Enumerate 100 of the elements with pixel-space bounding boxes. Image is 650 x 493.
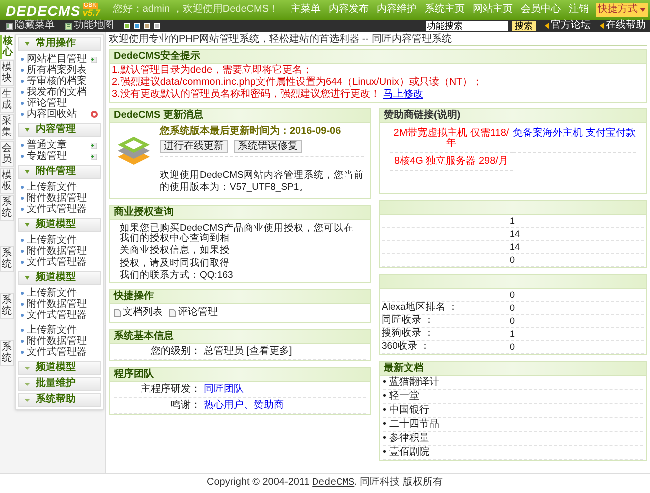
version-info-text: 欢迎使用DedeCMS网站内容管理系统，您当前的使用版本为：V57_UTF8_SP1。 [160, 170, 364, 194]
sidebar-tab[interactable]: 会员 [0, 141, 14, 167]
sidebar-tab[interactable]: 采集 [0, 114, 14, 140]
note-link[interactable]: (说明) [434, 110, 461, 120]
menu-item[interactable]: 专题管理 [18, 151, 101, 162]
bullet-icon [21, 340, 24, 343]
arrow-icon [600, 23, 604, 29]
skin-swatch[interactable] [154, 23, 160, 29]
field-value: 0 [510, 342, 516, 352]
menu-group-header[interactable]: 附件管理 [18, 165, 101, 179]
menu-item[interactable]: 附件数据管理 [18, 246, 101, 257]
team-link[interactable]: 热心用户 [204, 400, 244, 410]
bullet-icon [21, 197, 24, 200]
quick-link[interactable]: 评论管理 [169, 308, 218, 318]
menu-group-header[interactable]: 频道模型 [18, 361, 101, 375]
page-welcome-text: 欢迎使用专业的PHP网站管理系统，轻松建站的首选利器 -- 同匠内容管理系统 [109, 34, 452, 44]
bullet-icon [21, 261, 24, 264]
menu-item[interactable]: 我发布的文档 [18, 87, 101, 98]
toolbar-link[interactable]: 隐藏菜单 [6, 21, 55, 31]
update-button[interactable]: 进行在线更新 [160, 140, 228, 153]
toolbar-link[interactable]: 官方论坛 [545, 21, 591, 31]
menu-group-header[interactable]: 系统帮助 [18, 393, 101, 407]
panel-title: DedeCMS 更新消息 [114, 110, 204, 120]
menu-item[interactable]: 上传新文件 [18, 288, 101, 299]
field-label: 搜狗收录 ： [382, 328, 435, 339]
logo-text: DEDECMS [6, 4, 81, 18]
skin-swatch[interactable] [134, 23, 140, 29]
bullet-icon [21, 351, 24, 354]
warning-text: 3.没有更改默认的管理员名称和密码，强烈建议您进行更改！ [112, 90, 380, 100]
quick-link[interactable]: 文档列表 [114, 308, 163, 318]
menu-item[interactable]: 文件式管理器 [18, 204, 101, 215]
document-link[interactable]: • 二十四节品 [383, 420, 440, 430]
menu-item[interactable]: 普通文章 [18, 140, 101, 151]
menu-item[interactable]: 内容回收站 [18, 109, 101, 120]
add-page-icon [91, 154, 97, 160]
panel-icon [6, 22, 13, 30]
team-link[interactable]: 赞助商 [254, 400, 284, 410]
sidebar-tab[interactable]: 生成 [0, 87, 14, 113]
document-link[interactable]: • 中国银行 [383, 406, 430, 416]
menu-item[interactable]: 上传新文件 [18, 235, 101, 246]
caret-icon [25, 128, 30, 132]
caret-icon [25, 223, 30, 227]
sidebar-tab[interactable]: 系统 [0, 246, 14, 272]
document-link[interactable]: • 蓝猫翻译计 [383, 378, 440, 388]
search-field[interactable]: 功能搜索 [426, 21, 508, 31]
sidebar-tab[interactable]: 模板 [0, 168, 14, 194]
toolbar-link[interactable]: 功能地图 [65, 21, 114, 31]
menu-item[interactable]: 上传新文件 [18, 325, 101, 336]
add-page-icon [91, 142, 97, 148]
bullet-icon [21, 239, 24, 242]
menu-item[interactable]: 附件数据管理 [18, 193, 101, 204]
menu-item[interactable]: 附件数据管理 [18, 299, 101, 310]
ring-icon [91, 111, 98, 118]
panel-title: DedeCMS安全提示 [114, 52, 201, 62]
field-value: 0 [510, 290, 516, 300]
sponsor-link[interactable]: 2M带宽虚拟主机 仅需118/年 [390, 129, 513, 153]
bullet-icon [21, 314, 24, 317]
field-label: 同匠收录 ： [382, 315, 435, 326]
menu-item[interactable]: 文件式管理器 [18, 310, 101, 321]
menu-item[interactable]: 等审核的档案 [18, 76, 101, 87]
toolbar-link[interactable]: 在线帮助 [600, 21, 646, 31]
menu-item[interactable]: 所有档案列表 [18, 65, 101, 76]
menu-item[interactable]: 上传新文件 [18, 182, 101, 193]
skin-swatch[interactable] [144, 23, 150, 29]
menu-group-header[interactable]: 频道模型 [18, 218, 101, 232]
field-value: 1 [510, 330, 516, 338]
sidebar-tab[interactable]: 模块 [0, 60, 14, 86]
bullet-icon [21, 102, 24, 105]
sponsor-link[interactable]: 免备案海外主机 支付宝付款 [513, 129, 636, 153]
menu-group-header[interactable]: 批量维护 [18, 377, 101, 391]
field-value: 0 [510, 256, 516, 264]
menu-group-header[interactable]: 常用操作 [18, 37, 101, 51]
menu-item[interactable]: 文件式管理器 [18, 347, 101, 358]
bullet-icon [21, 303, 24, 306]
menu-group-header[interactable]: 内容管理 [18, 123, 101, 137]
footer-link[interactable]: DedeCMS [312, 478, 355, 489]
document-link[interactable]: • 轻一堂 [383, 392, 420, 402]
sidebar-tab[interactable]: 系统 [0, 340, 14, 366]
sidebar-tab[interactable]: 系统 [0, 195, 14, 221]
menu-item[interactable]: 附件数据管理 [18, 336, 101, 347]
field-label: 主程序研发： [141, 384, 201, 394]
sidebar-tab[interactable]: 系统 [0, 293, 14, 319]
panel-title: 程序团队 [114, 370, 154, 380]
team-link[interactable]: 同匠团队 [204, 384, 244, 394]
menu-item[interactable]: 网站栏目管理 [18, 54, 101, 65]
menu-item[interactable]: 文件式管理器 [18, 257, 101, 268]
document-link[interactable]: • 壹佰剧院 [383, 448, 430, 458]
search-button[interactable]: 搜索 [512, 21, 536, 31]
sidebar-tab[interactable]: 核心 [0, 35, 14, 59]
add-page-icon [91, 56, 97, 62]
document-link[interactable]: • 参律积量 [383, 434, 430, 444]
menu-group-header[interactable]: 频道模型 [18, 271, 101, 285]
bullet-icon [21, 69, 24, 72]
shortcut-dropdown[interactable]: 快捷方式 [596, 3, 648, 17]
menu-item[interactable]: 评论管理 [18, 98, 101, 109]
warning-text: 2.强烈建议data/common.inc.php文件属性设置为644（Linux/Unix）或只读（NT）； [112, 78, 483, 88]
sponsor-link[interactable]: 8核4G 独立服务器 298/月 [390, 157, 513, 171]
skin-swatch[interactable] [124, 23, 130, 29]
fix-link[interactable]: 马上修改 [383, 90, 424, 100]
update-button[interactable]: 系统错误修复 [234, 140, 302, 153]
